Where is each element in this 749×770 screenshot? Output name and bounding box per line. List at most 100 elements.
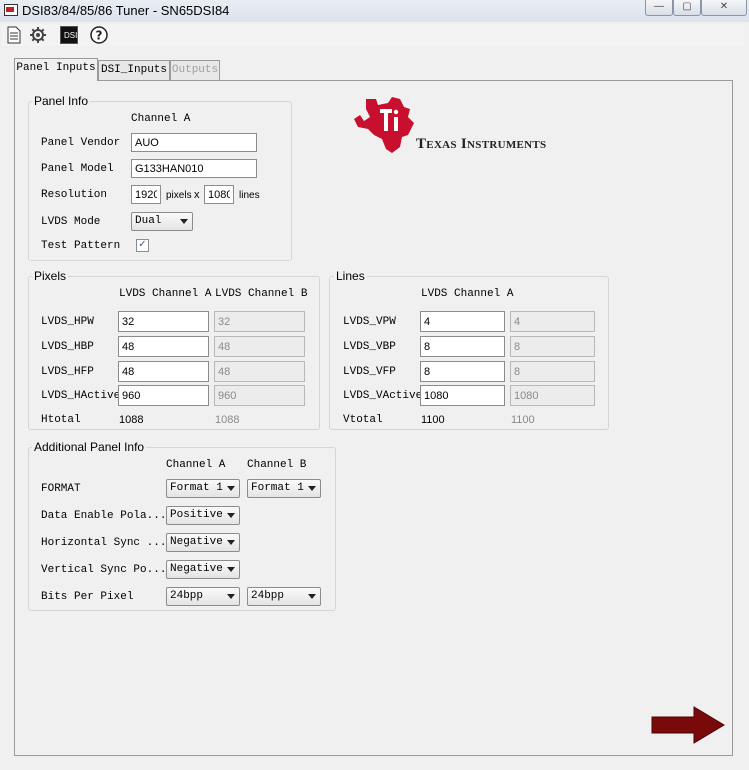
chevron-down-icon [180, 219, 188, 224]
vsync-select[interactable]: Negative [166, 560, 240, 579]
vtotal-label: Vtotal [343, 414, 383, 426]
pixels-row-label: LVDS_HFP [41, 366, 94, 378]
chevron-down-icon [227, 540, 235, 545]
lvds-mode-select[interactable]: Dual [131, 212, 193, 231]
data-enable-value: Positive [170, 509, 223, 521]
lvds-vfp-b-input [510, 361, 595, 382]
chevron-down-icon [308, 594, 316, 599]
chevron-down-icon [227, 486, 235, 491]
test-pattern-checkbox[interactable]: ✓ [136, 239, 149, 252]
lvds-hpw-b-input [214, 311, 305, 332]
htotal-b-value: 1088 [215, 414, 240, 426]
panel-model-label: Panel Model [41, 163, 114, 175]
vtotal-a-value: 1100 [421, 414, 445, 426]
panel-info-group [28, 101, 292, 261]
htotal-a-value: 1088 [119, 414, 144, 426]
lvds-vactive-b-input [510, 385, 595, 406]
lvds-vpw-b-input [510, 311, 595, 332]
ti-logo-icon [354, 97, 414, 153]
lvds-vbp-a-input[interactable] [420, 336, 505, 357]
close-button[interactable]: ✕ [701, 0, 747, 16]
pixels-col-a-header: LVDS Channel A [119, 288, 212, 300]
hsync-select[interactable]: Negative [166, 533, 240, 552]
panel-vendor-input[interactable] [131, 133, 257, 152]
lvds-vactive-a-input[interactable] [420, 385, 505, 406]
tab-dsi-inputs[interactable]: DSI_Inputs [98, 60, 170, 81]
resolution-width-input[interactable] [131, 185, 161, 204]
bpp-a-value: 24bpp [170, 590, 204, 602]
document-icon[interactable] [5, 26, 23, 44]
hsync-label: Horizontal Sync ... [41, 537, 167, 549]
htotal-label: Htotal [41, 414, 81, 426]
pixels-unit-label: pixels [166, 190, 192, 201]
minimize-button[interactable]: — [645, 0, 673, 16]
gear-icon[interactable] [29, 26, 47, 44]
lines-row-label: LVDS_VFP [343, 366, 396, 378]
additional-panel-info-title: Additional Panel Info [32, 440, 147, 454]
format-label: FORMAT [41, 483, 81, 495]
pixels-row-label: LVDS_HPW [41, 316, 94, 328]
bpp-label: Bits Per Pixel [41, 591, 134, 603]
tab-panel-inputs[interactable]: Panel Inputs [14, 58, 98, 81]
panel-info-channel-header: Channel A [131, 113, 191, 125]
ti-logo-text: Texas Instruments [416, 136, 547, 152]
lvds-vpw-a-input[interactable] [420, 311, 505, 332]
format-a-select[interactable]: Format 1 [166, 479, 240, 498]
vtotal-b-value: 1100 [511, 414, 535, 426]
format-a-value: Format 1 [170, 482, 223, 494]
data-enable-label: Data Enable Pola... [41, 510, 167, 522]
lvds-hpw-a-input[interactable] [118, 311, 209, 332]
chevron-down-icon [227, 594, 235, 599]
next-arrow-icon[interactable] [650, 705, 726, 745]
help-icon[interactable]: ? [90, 26, 108, 44]
tab-outputs[interactable]: Outputs [170, 60, 220, 81]
lvds-vfp-a-input[interactable] [420, 361, 505, 382]
test-pattern-label: Test Pattern [41, 240, 121, 252]
maximize-button[interactable]: ▢ [673, 0, 701, 16]
toolbar [2, 24, 744, 46]
data-enable-select[interactable]: Positive [166, 506, 240, 525]
dsi-icon-label: DSI [64, 31, 78, 40]
vsync-value: Negative [170, 563, 223, 575]
lvds-mode-value: Dual [135, 215, 162, 227]
lines-row-label: LVDS_VPW [343, 316, 396, 328]
lines-unit-label: lines [239, 190, 260, 201]
chevron-down-icon [308, 486, 316, 491]
resolution-x-label: x [194, 189, 200, 201]
lvds-hbp-a-input[interactable] [118, 336, 209, 357]
bpp-a-select[interactable]: 24bpp [166, 587, 240, 606]
hsync-value: Negative [170, 536, 223, 548]
format-b-value: Format 1 [251, 482, 304, 494]
lvds-hbp-b-input [214, 336, 305, 357]
panel-vendor-label: Panel Vendor [41, 137, 121, 149]
lines-row-label: LVDS_VBP [343, 341, 396, 353]
lines-title: Lines [334, 269, 367, 283]
vsync-label: Vertical Sync Po... [41, 564, 167, 576]
chevron-down-icon [227, 567, 235, 572]
lvds-hfp-a-input[interactable] [118, 361, 209, 382]
resolution-label: Resolution [41, 189, 108, 201]
additional-col-b-header: Channel B [247, 459, 307, 471]
lvds-vbp-b-input [510, 336, 595, 357]
lines-row-label: LVDS_VActive [343, 390, 423, 402]
panel-info-title: Panel Info [32, 94, 91, 108]
lvds-hactive-b-input [214, 385, 305, 406]
additional-col-a-header: Channel A [166, 459, 226, 471]
window-title: DSI83/84/85/86 Tuner - SN65DSI84 [22, 3, 230, 18]
format-b-select[interactable]: Format 1 [247, 479, 321, 498]
pixels-row-label: LVDS_HActive [41, 390, 121, 402]
pixels-col-b-header: LVDS Channel B [215, 288, 308, 300]
chevron-down-icon [227, 513, 235, 518]
panel-model-input[interactable] [131, 159, 257, 178]
resolution-height-input[interactable] [204, 185, 234, 204]
lvds-hactive-a-input[interactable] [118, 385, 209, 406]
lvds-mode-label: LVDS Mode [41, 216, 101, 228]
app-icon [4, 4, 18, 16]
bpp-b-select[interactable]: 24bpp [247, 587, 321, 606]
lvds-hfp-b-input [214, 361, 305, 382]
svg-text:?: ? [96, 29, 103, 43]
dsi-icon[interactable]: DSI [60, 26, 78, 44]
lines-col-a-header: LVDS Channel A [421, 288, 514, 300]
pixels-row-label: LVDS_HBP [41, 341, 94, 353]
bpp-b-value: 24bpp [251, 590, 285, 602]
